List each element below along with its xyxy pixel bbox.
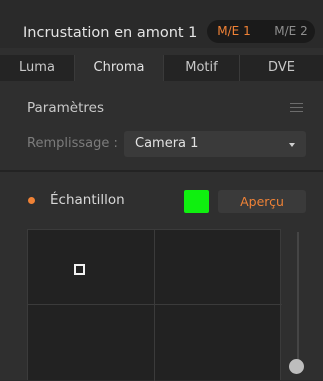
tab-luma[interactable]: Luma (0, 55, 74, 81)
dot-indicator-icon (28, 197, 35, 204)
chevron-down-icon (289, 143, 295, 147)
hamburger-menu-icon[interactable] (290, 103, 303, 112)
fill-source-value: Camera 1 (135, 136, 199, 151)
sample-color-swatch[interactable] (184, 190, 209, 213)
upstream-key-panel: Incrustation en amont 1 M/E 1 M/E 2 Luma… (0, 0, 323, 381)
me-selector: M/E 1 M/E 2 (207, 20, 315, 43)
tab-chroma[interactable]: Chroma (75, 55, 163, 81)
parameters-heading: Paramètres (27, 100, 104, 116)
chroma-sample-area[interactable] (27, 229, 282, 381)
panel-header: Incrustation en amont 1 M/E 1 M/E 2 (0, 0, 323, 48)
tab-dve[interactable]: DVE (240, 55, 323, 81)
me2-button[interactable]: M/E 2 (267, 20, 315, 43)
sample-size-slider-handle[interactable] (289, 359, 304, 374)
grid-line-horizontal (28, 304, 282, 305)
sample-size-slider-track[interactable] (297, 232, 299, 366)
sample-cursor[interactable] (74, 264, 85, 275)
panel-title: Incrustation en amont 1 (23, 25, 198, 41)
fill-source-select[interactable]: Camera 1 (124, 131, 306, 157)
me1-button[interactable]: M/E 1 (207, 20, 261, 43)
key-type-tabs: Luma Chroma Motif DVE (0, 55, 323, 81)
preview-button[interactable]: Aperçu (218, 190, 306, 213)
tab-motif[interactable]: Motif (164, 55, 239, 81)
grid-line-vertical (154, 230, 155, 381)
sample-label: Échantillon (50, 192, 125, 208)
section-divider (0, 170, 323, 172)
fill-source-label: Remplissage : (27, 136, 118, 151)
